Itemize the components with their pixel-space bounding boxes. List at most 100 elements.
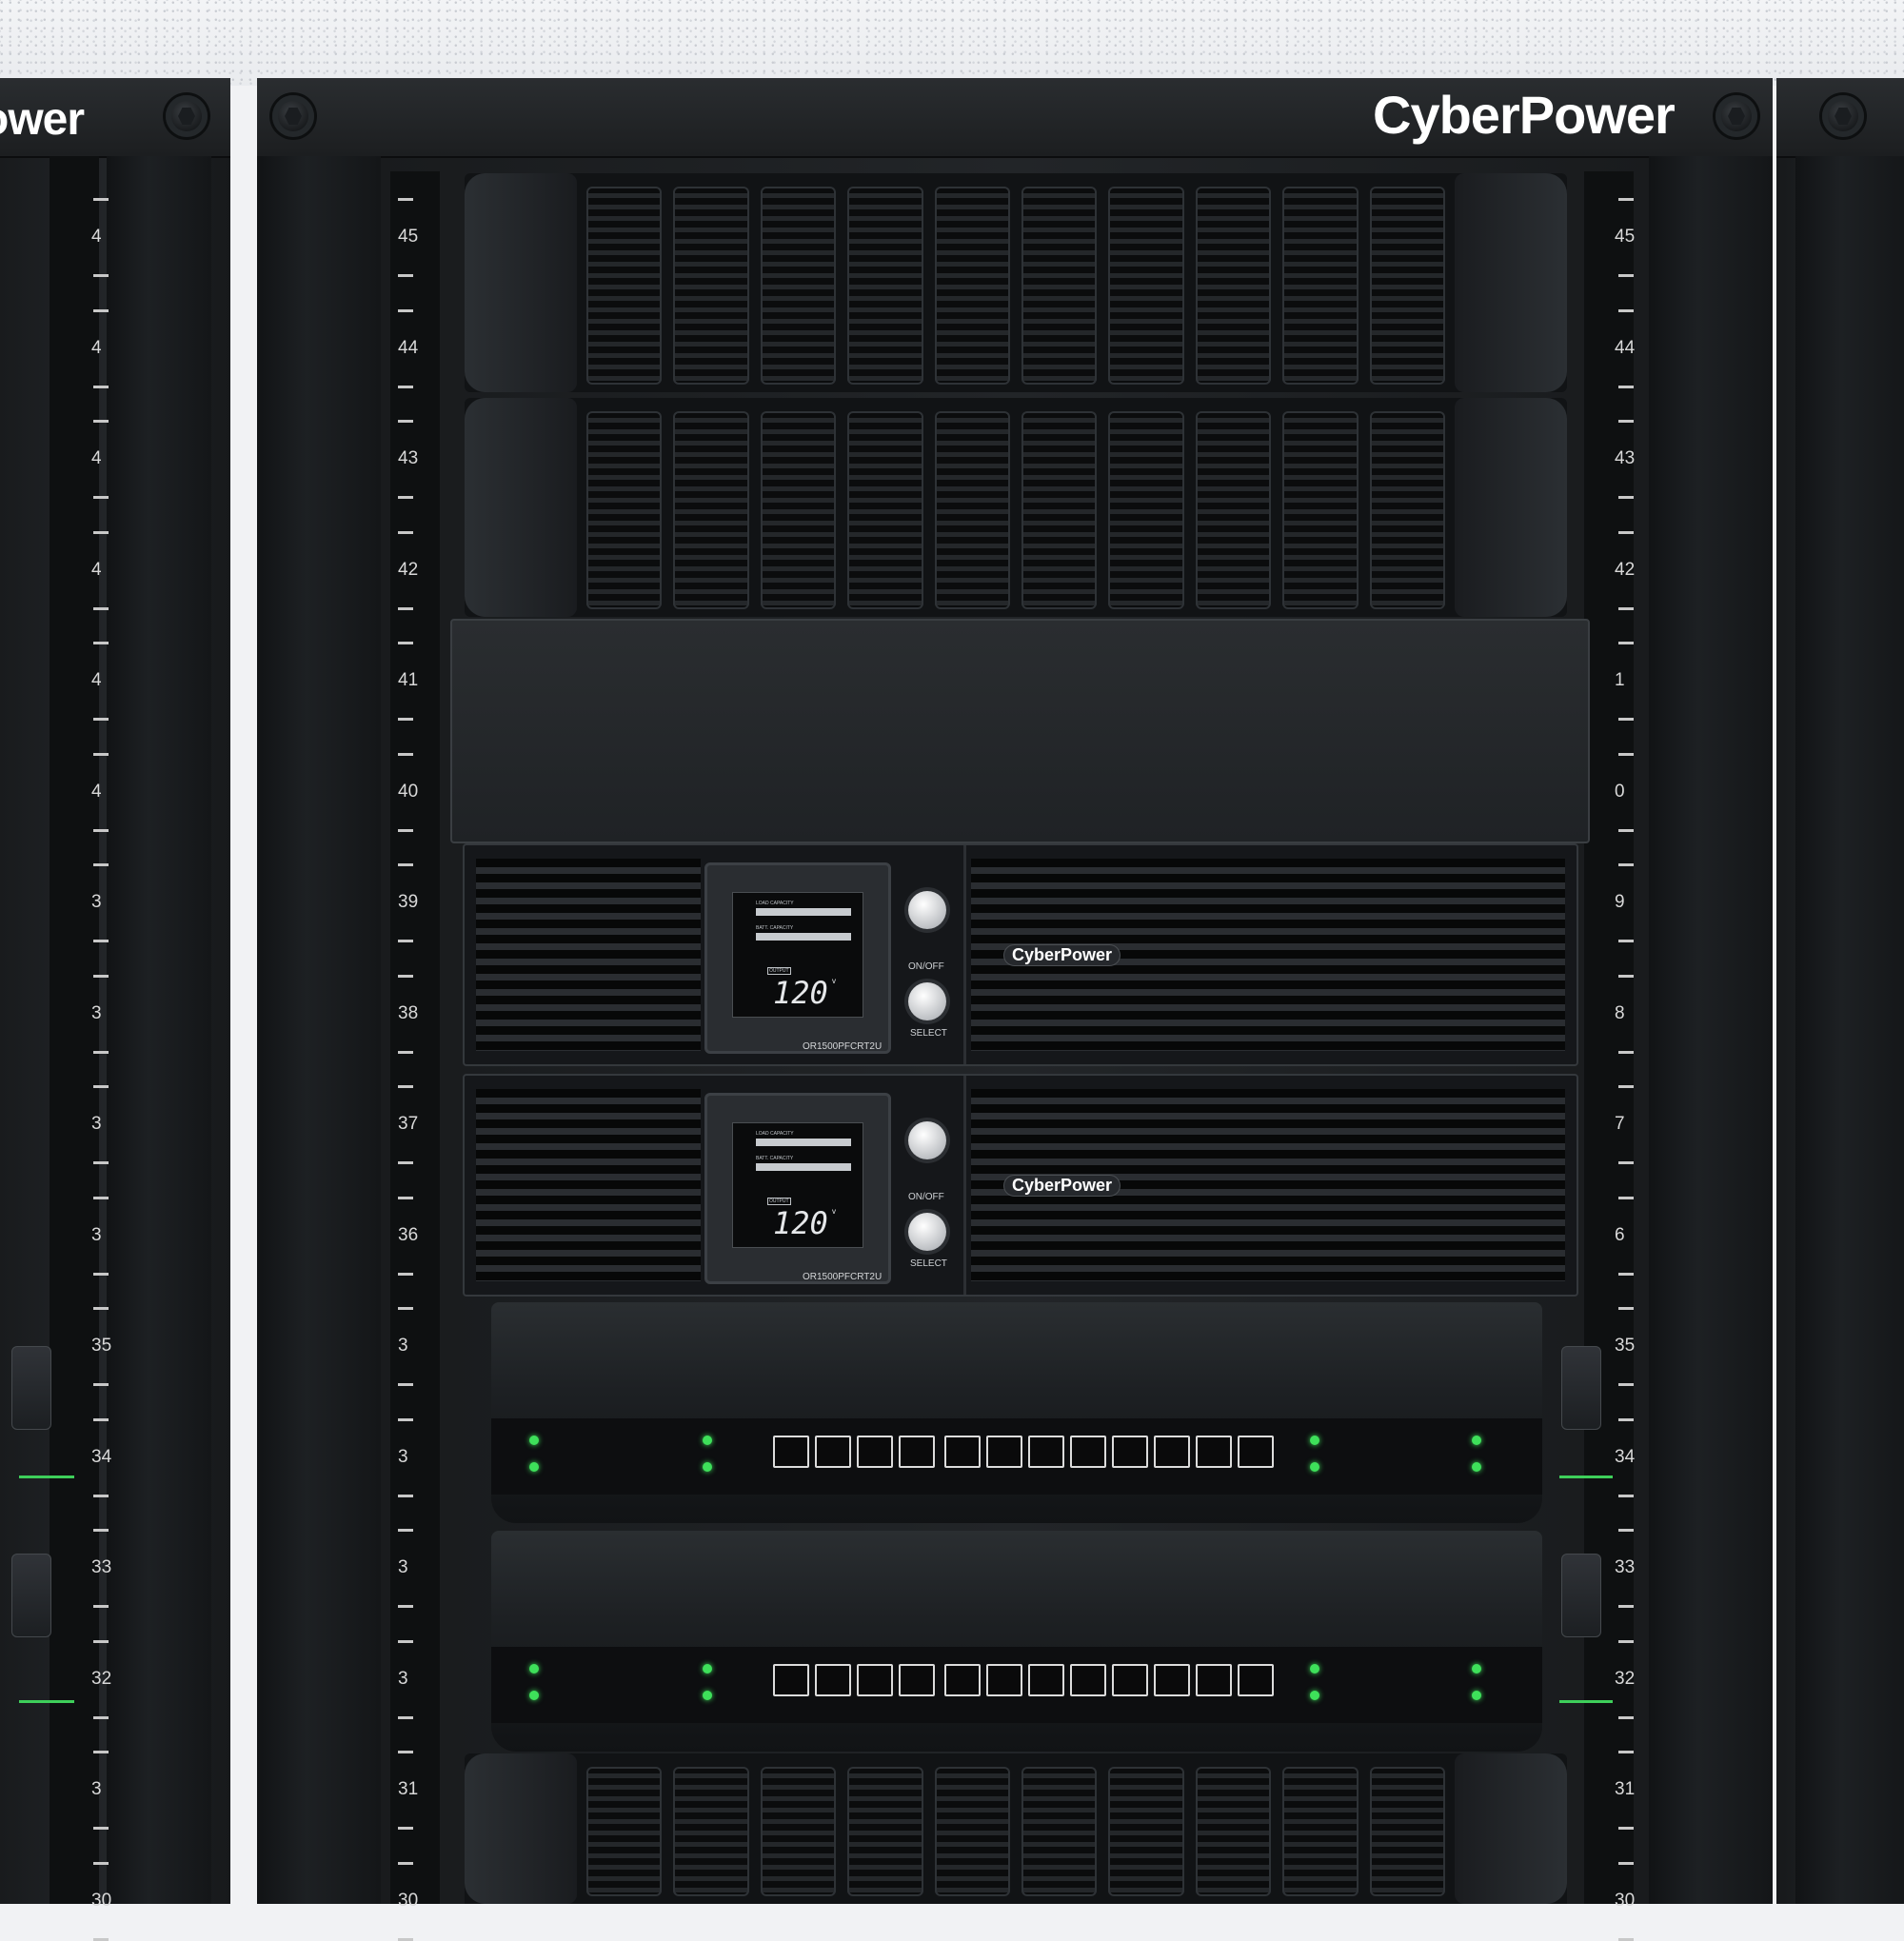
rack-unit-tick (93, 1494, 109, 1497)
outlet[interactable] (1070, 1436, 1106, 1468)
rack-unit-tick (398, 1937, 413, 1941)
rack-unit-number: 3 (91, 1002, 102, 1023)
battery-handle-left[interactable] (465, 173, 577, 392)
outlet-group (944, 1664, 1106, 1696)
battery-pack (465, 398, 1567, 617)
power-button[interactable] (908, 1121, 946, 1159)
rack-unit-tick (93, 1937, 109, 1941)
ups-logo: CyberPower (1003, 1175, 1121, 1197)
serial-port[interactable] (11, 1346, 51, 1430)
outlet[interactable] (1154, 1436, 1190, 1468)
serial-port[interactable] (11, 1554, 51, 1637)
rack-unit-tick (398, 1383, 413, 1386)
rack-unit-tick (1618, 1196, 1634, 1199)
outlet[interactable] (899, 1436, 935, 1468)
rack-unit-number: 37 (398, 1114, 419, 1134)
rack-unit-number: 36 (398, 1224, 419, 1245)
serial-port[interactable] (1561, 1554, 1601, 1637)
status-led (1472, 1664, 1481, 1674)
outlet[interactable] (1070, 1664, 1106, 1696)
outlet[interactable] (815, 1436, 851, 1468)
outlet[interactable] (1238, 1664, 1274, 1696)
rack-unit-tick (93, 1417, 109, 1421)
outlet[interactable] (773, 1436, 809, 1468)
status-led (703, 1691, 712, 1700)
select-button[interactable] (908, 1213, 946, 1251)
battery-handle-right[interactable] (1455, 398, 1567, 617)
select-button[interactable] (908, 982, 946, 1020)
rack-unit-number: 32 (91, 1668, 112, 1689)
outlet[interactable] (857, 1664, 893, 1696)
rack-unit-tick (398, 1827, 413, 1830)
rack-unit-tick (93, 385, 109, 388)
outlet[interactable] (1028, 1436, 1064, 1468)
status-led (529, 1664, 539, 1674)
rack-unit-tick (1618, 752, 1634, 756)
pdu-unit-2 (491, 1531, 1542, 1752)
bolt-icon (272, 95, 314, 137)
rack-unit-number: 8 (1615, 1002, 1625, 1023)
battery-handle-right[interactable] (1455, 173, 1567, 392)
rack-unit-tick (1618, 1307, 1634, 1310)
power-button[interactable] (908, 891, 946, 929)
rack-unit-number: 4 (91, 781, 102, 802)
status-led (1310, 1664, 1319, 1674)
outlet[interactable] (1112, 1664, 1148, 1696)
rack-unit-tick (398, 642, 413, 644)
left-mounting-rail (390, 171, 440, 1904)
main-rack-left-post (257, 156, 381, 1904)
rack-unit-tick (93, 1639, 109, 1643)
status-indicator-line (1559, 1700, 1613, 1703)
outlet[interactable] (1112, 1436, 1148, 1468)
outlet[interactable] (944, 1436, 981, 1468)
rack-unit-number: 3 (91, 1224, 102, 1245)
status-led (1310, 1691, 1319, 1700)
outlet[interactable] (1196, 1664, 1232, 1696)
pdu-unit-1 (491, 1302, 1542, 1523)
serial-port[interactable] (1561, 1346, 1601, 1430)
batt-bar (756, 1163, 851, 1171)
outlet[interactable] (1238, 1436, 1274, 1468)
load-bar (756, 908, 851, 916)
rack-unit-number: 35 (1615, 1336, 1636, 1356)
battery-handle-left[interactable] (465, 398, 577, 617)
rack-unit-tick (93, 1272, 109, 1276)
rack-unit-number: 34 (1615, 1446, 1636, 1467)
rack-unit-tick (398, 1196, 413, 1199)
outlet[interactable] (1196, 1436, 1232, 1468)
rack-unit-number: 42 (1615, 559, 1636, 580)
outlet[interactable] (1028, 1664, 1064, 1696)
load-capacity-label: LOAD CAPACITY (756, 901, 794, 906)
battery-handle-left[interactable] (465, 1753, 577, 1904)
outlet[interactable] (899, 1664, 935, 1696)
rack-unit-number: 43 (1615, 448, 1636, 468)
rack-unit-number: 30 (1615, 1890, 1636, 1911)
outlet[interactable] (1154, 1664, 1190, 1696)
rack-unit-tick (398, 1715, 413, 1719)
rack-unit-tick (1618, 1383, 1634, 1386)
rack-unit-number: 35 (91, 1336, 112, 1356)
status-led (703, 1462, 712, 1472)
battery-vents (577, 1767, 1455, 1896)
rack-unit-tick (1618, 1161, 1634, 1164)
rack-unit-tick (93, 1827, 109, 1830)
output-value: 120 (773, 975, 828, 1011)
outlet[interactable] (986, 1664, 1022, 1696)
ups-divider (963, 845, 966, 1064)
outlet[interactable] (944, 1664, 981, 1696)
batt-bar (756, 933, 851, 941)
rack-unit-tick (1618, 1827, 1634, 1830)
outlet[interactable] (857, 1436, 893, 1468)
outlet[interactable] (986, 1436, 1022, 1468)
rack-unit-tick (93, 1529, 109, 1532)
rack-unit-tick (1618, 863, 1634, 866)
battery-handle-right[interactable] (1455, 1753, 1567, 1904)
rack-unit-number: 31 (1615, 1779, 1636, 1799)
outlet[interactable] (815, 1664, 851, 1696)
left-rack-post (107, 156, 211, 1904)
rack-unit-tick (93, 940, 109, 942)
rack-unit-tick (93, 1085, 109, 1088)
outlet[interactable] (773, 1664, 809, 1696)
ups-unit-2: LOAD CAPACITY BATT. CAPACITY OUTPUT 120 … (463, 1074, 1578, 1297)
output-unit: v (832, 1207, 836, 1216)
